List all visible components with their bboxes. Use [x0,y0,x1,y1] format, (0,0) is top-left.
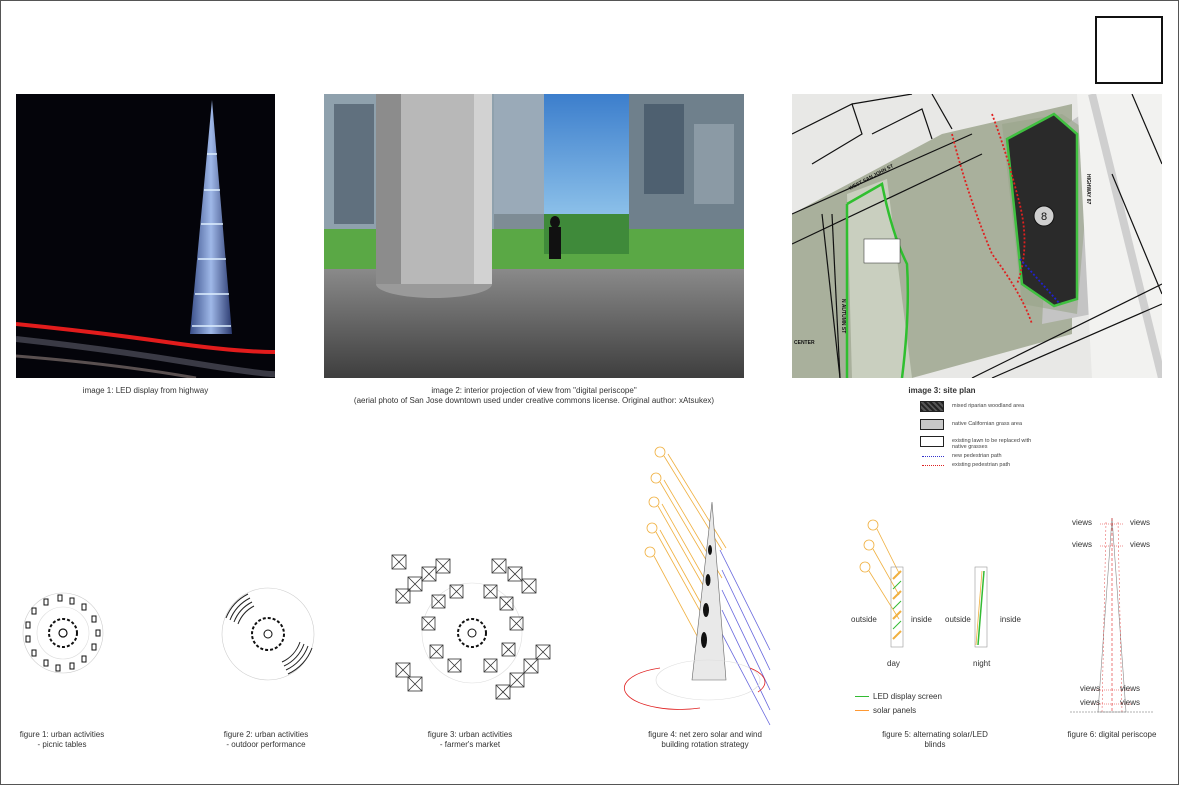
fig6-views-low-right: views [1120,684,1141,693]
caption-figure-4: figure 4: net zero solar and wind buildin… [648,730,762,749]
fig5-inside-day: inside [911,615,932,624]
label-center: CENTER [794,340,815,346]
caption-figure-2: figure 2: urban activities - outdoor perf… [223,730,309,749]
figure-2-outdoor-performance [218,587,318,688]
fig5-night-label: night [973,659,991,668]
caption-image-3: image 3: site plan [908,386,976,395]
caption-image-1: image 1: LED display from highway [82,386,209,395]
fig5-day-label: day [887,659,900,668]
figure-3-farmers-market [391,554,552,715]
fig5-inside-night: inside [1000,615,1021,624]
image-led-display-highway [16,94,275,378]
fig6-views-top-right: views [1130,518,1151,527]
title-block-box [1095,16,1163,84]
fig6-views-mid-right: views [1130,540,1151,549]
fig6-views-low-left: views [1080,684,1101,693]
caption-figure-3: figure 3: urban activities - farmer's mar… [427,730,513,749]
svg-text:8: 8 [1041,211,1047,223]
street-label-autumn: N AUTUMN ST [840,299,846,333]
fig5-outside-day: outside [851,615,877,624]
caption-figure-5: figure 5: alternating solar/LED blinds [882,730,988,749]
caption-figure-1: figure 1: urban activities - picnic table… [19,730,105,749]
fig6-views-mid-left: views [1072,540,1093,549]
figure-5-solar-led-blinds: outside inside day outside inside night [851,515,1021,668]
fig6-views-bottom-right: views [1120,698,1141,707]
caption-figure-6: figure 6: digital periscope [1067,730,1157,739]
figure-4-net-zero-rotation [623,440,790,730]
image-interior-projection [324,94,744,378]
caption-image-2: image 2: interior projection of view fro… [353,386,715,405]
fig5-legend-led: LED display screen [855,692,942,701]
fig6-views-bottom-left: views [1080,698,1101,707]
street-label-highway: HIGHWAY 87 [1085,174,1091,205]
fig5-outside-night: outside [945,615,971,624]
fig5-legend-solar: solar panels [855,706,916,715]
fig6-views-top-left: views [1072,518,1093,527]
image-site-plan: 8 WEST SAN JOHN ST HIGHWAY 87 N AUTUMN S… [792,94,1162,378]
figure-1-picnic-tables [20,590,110,680]
figure-6-digital-periscope: views views views views views views view… [1070,512,1156,716]
